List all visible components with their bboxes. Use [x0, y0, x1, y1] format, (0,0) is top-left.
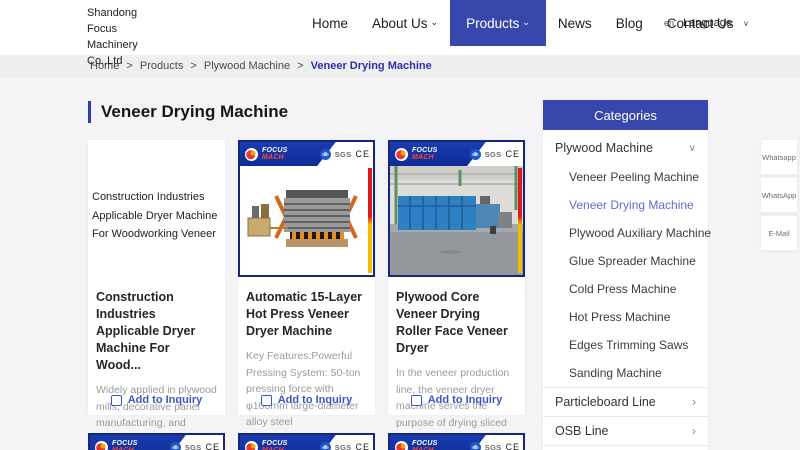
sgs-badge: SGS — [484, 149, 502, 159]
iso-badge-icon: ISO — [469, 148, 481, 160]
brand-banner: FOCUSMACH ISO SGS CE — [240, 435, 373, 450]
sgs-badge: SGS — [184, 442, 202, 450]
focus-mach-logo-icon — [395, 147, 408, 161]
product-card-partial[interactable]: FOCUSMACH ISO SGS CE — [88, 433, 225, 450]
focus-mach-logo-icon — [245, 440, 258, 450]
iso-badge-icon: ISO — [319, 148, 331, 160]
sidebar-item-plywood-auxiliary-machine[interactable]: Plywood Auxiliary Machine — [543, 219, 711, 247]
iso-badge-icon: ISO — [319, 441, 331, 450]
categories-sidebar: Categories Plywood Machine ∨ Veneer Peel… — [543, 100, 711, 450]
product-card[interactable]: FOCUS MACH ISO SGS CE — [388, 140, 525, 445]
company-logo-text[interactable]: Shandong Focus Machinery Co.,Ltd — [87, 5, 157, 69]
nav-about-us[interactable]: About Us ⌄ — [360, 0, 450, 46]
product-card[interactable]: FOCUS MACH ISO SGS CE — [238, 140, 375, 428]
product-image[interactable]: FOCUS MACH ISO SGS CE — [388, 140, 525, 277]
language-code[interactable]: en — [664, 18, 674, 28]
red-yellow-stripe — [368, 168, 372, 273]
certification-badges: ISO SGS CE — [469, 142, 520, 166]
inquiry-checkbox[interactable] — [110, 394, 122, 406]
ce-badge: CE — [205, 442, 220, 450]
inquiry-label[interactable]: Add to Inquiry — [428, 394, 503, 406]
whatsapp-button[interactable]: Whatsapp — [760, 139, 798, 175]
inquiry-checkbox[interactable] — [260, 394, 272, 406]
nav-home[interactable]: Home — [300, 0, 360, 46]
nav-blog[interactable]: Blog — [604, 0, 655, 46]
ce-badge: CE — [355, 442, 370, 450]
language-switcher[interactable]: en Language ∨ — [664, 0, 749, 46]
product-card[interactable]: Construction Industries Applicable Dryer… — [88, 140, 225, 446]
page-title: Veneer Drying Machine — [88, 101, 288, 123]
nav-products[interactable]: Products ⌄ — [450, 0, 546, 46]
product-image-frame: FOCUS MACH ISO SGS CE — [388, 140, 525, 277]
product-image-broken[interactable]: Construction Industries Applicable Dryer… — [88, 140, 225, 277]
brand-banner: FOCUS MACH ISO SGS CE — [240, 142, 373, 166]
chevron-right-icon: › — [692, 395, 696, 409]
product-title[interactable]: Construction Industries Applicable Dryer… — [96, 289, 217, 374]
roller-dryer-machine-photo — [390, 166, 523, 275]
brand-banner: FOCUS MACH ISO SGS CE — [390, 142, 523, 166]
sidebar-item-particleboard-line[interactable]: Particleboard Line › — [543, 387, 708, 416]
chevron-down-icon: ⌄ — [522, 16, 530, 27]
chevron-right-icon: › — [692, 424, 696, 438]
sidebar-item-sanding-machine[interactable]: Sanding Machine — [543, 359, 708, 387]
ce-badge: CE — [355, 149, 370, 159]
iso-badge-icon: ISO — [169, 441, 181, 450]
sgs-badge: SGS — [484, 442, 502, 450]
breadcrumb-current: Veneer Drying Machine — [310, 60, 432, 72]
chevron-down-icon: ⌄ — [430, 16, 439, 27]
product-card-partial[interactable]: FOCUSMACH ISO SGS CE — [388, 433, 525, 450]
categories-header: Categories — [543, 100, 708, 130]
language-label[interactable]: Language — [683, 17, 732, 29]
add-to-inquiry[interactable]: Add to Inquiry — [88, 394, 225, 406]
ce-badge: CE — [505, 149, 520, 159]
page: Shandong Focus Machinery Co.,Ltd [3{J$)K… — [0, 0, 800, 450]
sgs-badge: SGS — [334, 442, 352, 450]
sidebar-item-osb-line[interactable]: OSB Line › — [543, 416, 708, 445]
whatsapp-button-2[interactable]: WhatsApp — [760, 177, 798, 213]
chevron-down-icon: ∨ — [742, 18, 749, 28]
breadcrumb-plywood-machine[interactable]: Plywood Machine — [204, 60, 290, 72]
certification-badges: ISO SGS CE — [469, 435, 520, 450]
focus-mach-logo-icon — [245, 147, 258, 161]
product-title[interactable]: Plywood Core Veneer Drying Roller Face V… — [396, 289, 517, 357]
sidebar-item-cold-press-machine[interactable]: Cold Press Machine — [543, 275, 708, 303]
sidebar-item-glue-spreader-machine[interactable]: Glue Spreader Machine — [543, 247, 708, 275]
add-to-inquiry[interactable]: Add to Inquiry — [238, 394, 375, 406]
hot-press-machine-photo — [240, 166, 373, 275]
sgs-badge: SGS — [334, 149, 352, 159]
breadcrumb-separator: > — [297, 60, 304, 72]
product-title[interactable]: Automatic 15-Layer Hot Press Veneer Drye… — [246, 289, 367, 340]
sidebar-item-hot-press-machine[interactable]: Hot Press Machine — [543, 303, 708, 331]
inquiry-label[interactable]: Add to Inquiry — [278, 394, 353, 406]
iso-badge-icon: ISO — [469, 441, 481, 450]
product-card-partial[interactable]: FOCUSMACH ISO SGS CE — [238, 433, 375, 450]
certification-badges: ISO SGS CE — [319, 435, 370, 450]
focus-mach-logo-icon — [395, 440, 408, 450]
brand-banner: FOCUSMACH ISO SGS CE — [90, 435, 223, 450]
contact-floaters: Whatsapp WhatsApp E-Mail — [760, 139, 798, 253]
sidebar-item-veneer-peeling-machine[interactable]: Veneer Peeling Machine — [543, 163, 708, 191]
email-button[interactable]: E-Mail — [760, 215, 798, 251]
add-to-inquiry[interactable]: Add to Inquiry — [388, 394, 525, 406]
red-yellow-stripe — [518, 168, 522, 273]
chevron-down-icon: ∨ — [688, 143, 696, 154]
sidebar-item-edges-trimming-saws[interactable]: Edges Trimming Saws — [543, 331, 708, 359]
product-image[interactable]: FOCUS MACH ISO SGS CE — [238, 140, 375, 277]
inquiry-checkbox[interactable] — [410, 394, 422, 406]
product-image-frame: FOCUS MACH ISO SGS CE — [238, 140, 375, 277]
inquiry-label[interactable]: Add to Inquiry — [128, 394, 203, 406]
certification-badges: ISO SGS CE — [169, 435, 220, 450]
ce-badge: CE — [505, 442, 520, 450]
product-description: Key Features:Powerful Pressing System: 5… — [246, 350, 361, 428]
sidebar-item-veneer-drying-machine[interactable]: Veneer Drying Machine — [543, 191, 708, 219]
certification-badges: ISO SGS CE — [319, 142, 370, 166]
nav-news[interactable]: News — [546, 0, 604, 46]
breadcrumb-separator: > — [190, 60, 197, 72]
brand-banner: FOCUSMACH ISO SGS CE — [390, 435, 523, 450]
focus-mach-logo-icon — [95, 440, 108, 450]
product-image-alt-text: Construction Industries Applicable Dryer… — [92, 191, 218, 240]
sidebar-item-plywood-machine[interactable]: Plywood Machine ∨ — [543, 134, 708, 163]
